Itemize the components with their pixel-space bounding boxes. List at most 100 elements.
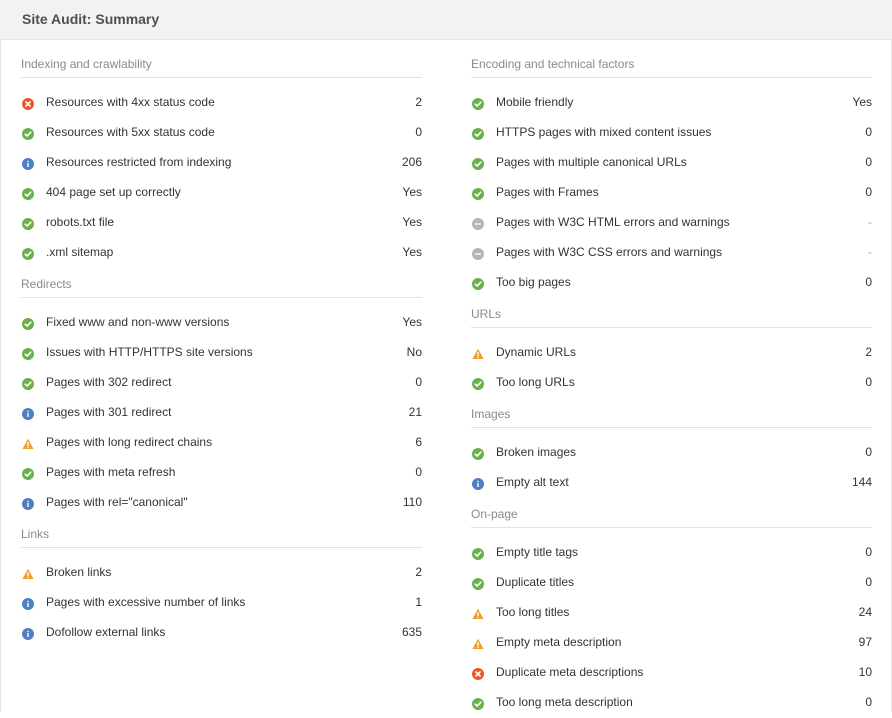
- section-title: Links: [21, 518, 422, 548]
- audit-row-pages-with-frames[interactable]: Pages with Frames 0: [471, 178, 872, 208]
- audit-row-label[interactable]: Pages with multiple canonical URLs: [496, 155, 687, 169]
- audit-row-pages-with-long-redirect-chains[interactable]: Pages with long redirect chains 6: [21, 428, 422, 458]
- audit-row-duplicate-meta-descriptions[interactable]: Duplicate meta descriptions 10: [471, 658, 872, 688]
- audit-row-label[interactable]: Pages with long redirect chains: [46, 435, 212, 449]
- audit-row-https-pages-with-mixed-content-issues[interactable]: HTTPS pages with mixed content issues 0: [471, 118, 872, 148]
- audit-row-404-page-set-up-correctly[interactable]: 404 page set up correctly Yes: [21, 178, 422, 208]
- audit-row-label[interactable]: Duplicate meta descriptions: [496, 665, 643, 679]
- audit-row-value: 6: [415, 435, 422, 449]
- audit-row-label[interactable]: Empty title tags: [496, 545, 578, 559]
- audit-row-pages-with-meta-refresh[interactable]: Pages with meta refresh 0: [21, 458, 422, 488]
- audit-row-label[interactable]: Empty alt text: [496, 475, 569, 489]
- right-column: Encoding and technical factors Mobile fri…: [471, 40, 872, 718]
- audit-row-label[interactable]: Pages with 302 redirect: [46, 375, 171, 389]
- audit-row-label[interactable]: Pages with excessive number of links: [46, 595, 245, 609]
- audit-row-label[interactable]: Mobile friendly: [496, 95, 573, 109]
- audit-row-pages-with-w3c-css-errors-and-warnings[interactable]: Pages with W3C CSS errors and warnings -: [471, 238, 872, 268]
- audit-row-resources-restricted-from-indexing[interactable]: Resources restricted from indexing 206: [21, 148, 422, 178]
- audit-row-value: 0: [865, 375, 872, 389]
- audit-row-value: 24: [858, 605, 872, 619]
- audit-row-broken-links[interactable]: Broken links 2: [21, 558, 422, 588]
- audit-row-label[interactable]: Resources restricted from indexing: [46, 155, 231, 169]
- audit-row-label[interactable]: Duplicate titles: [496, 575, 574, 589]
- audit-row-too-long-urls[interactable]: Too long URLs 0: [471, 368, 872, 398]
- section-items: Fixed www and non-www versions Yes Issues …: [21, 298, 422, 518]
- audit-row-label[interactable]: robots.txt file: [46, 215, 114, 229]
- audit-row-label[interactable]: Pages with 301 redirect: [46, 405, 171, 419]
- audit-row-pages-with-rel-canonical[interactable]: Pages with rel="canonical" 110: [21, 488, 422, 518]
- audit-row-value: Yes: [402, 185, 422, 199]
- audit-row-pages-with-excessive-number-of-links[interactable]: Pages with excessive number of links 1: [21, 588, 422, 618]
- info-icon: [472, 477, 484, 490]
- audit-row-resources-with-4xx-status-code[interactable]: Resources with 4xx status code 2: [21, 88, 422, 118]
- check-icon: [472, 127, 484, 140]
- check-icon: [22, 127, 34, 140]
- audit-row-value: 0: [865, 185, 872, 199]
- audit-row-label[interactable]: Fixed www and non-www versions: [46, 315, 229, 329]
- audit-row-label[interactable]: Pages with rel="canonical": [46, 495, 188, 509]
- audit-row-label[interactable]: 404 page set up correctly: [46, 185, 181, 199]
- audit-row-robots-txt-file[interactable]: robots.txt file Yes: [21, 208, 422, 238]
- audit-row-issues-with-http-https-site-versions[interactable]: Issues with HTTP/HTTPS site versions No: [21, 338, 422, 368]
- section-encoding-and-technical-factors: Encoding and technical factors Mobile fri…: [471, 40, 872, 298]
- audit-row-value: Yes: [402, 215, 422, 229]
- audit-row-mobile-friendly[interactable]: Mobile friendly Yes: [471, 88, 872, 118]
- audit-row-pages-with-w3c-html-errors-and-warnings[interactable]: Pages with W3C HTML errors and warnings -: [471, 208, 872, 238]
- audit-row-too-long-titles[interactable]: Too long titles 24: [471, 598, 872, 628]
- audit-row-value: 144: [851, 475, 872, 489]
- page-header: Site Audit: Summary: [0, 0, 892, 40]
- check-icon: [472, 377, 484, 390]
- audit-row-label[interactable]: .xml sitemap: [46, 245, 113, 259]
- audit-row-value: 0: [865, 545, 872, 559]
- audit-row-value: 0: [865, 125, 872, 139]
- audit-row-empty-title-tags[interactable]: Empty title tags 0: [471, 538, 872, 568]
- warning-icon: [472, 637, 484, 649]
- audit-row-duplicate-titles[interactable]: Duplicate titles 0: [471, 568, 872, 598]
- audit-row-dofollow-external-links[interactable]: Dofollow external links 635: [21, 618, 422, 648]
- section-title: Images: [471, 398, 872, 428]
- check-icon: [472, 547, 484, 560]
- audit-row-label[interactable]: Pages with meta refresh: [46, 465, 175, 479]
- page-title: Site Audit: Summary: [22, 11, 160, 27]
- info-icon: [22, 497, 34, 510]
- audit-row-value: 110: [402, 495, 422, 509]
- audit-row-label[interactable]: Dynamic URLs: [496, 345, 576, 359]
- audit-row-label[interactable]: Pages with Frames: [496, 185, 599, 199]
- audit-row-label[interactable]: Too long meta description: [496, 695, 633, 709]
- audit-row-pages-with-301-redirect[interactable]: Pages with 301 redirect 21: [21, 398, 422, 428]
- audit-row-empty-meta-description[interactable]: Empty meta description 97: [471, 628, 872, 658]
- audit-row-label[interactable]: Pages with W3C HTML errors and warnings: [496, 215, 730, 229]
- audit-row-label[interactable]: Broken links: [46, 565, 111, 579]
- check-icon: [22, 247, 34, 260]
- audit-row-label[interactable]: Empty meta description: [496, 635, 621, 649]
- audit-row-label[interactable]: Broken images: [496, 445, 576, 459]
- audit-row-dynamic-urls[interactable]: Dynamic URLs 2: [471, 338, 872, 368]
- audit-row-empty-alt-text[interactable]: Empty alt text 144: [471, 468, 872, 498]
- audit-row-pages-with-multiple-canonical-urls[interactable]: Pages with multiple canonical URLs 0: [471, 148, 872, 178]
- audit-row-xml-sitemap[interactable]: .xml sitemap Yes: [21, 238, 422, 268]
- audit-row-too-big-pages[interactable]: Too big pages 0: [471, 268, 872, 298]
- audit-row-label[interactable]: Resources with 5xx status code: [46, 125, 215, 139]
- audit-row-value: 206: [401, 155, 422, 169]
- audit-row-value: 0: [865, 445, 872, 459]
- warning-icon: [22, 437, 34, 449]
- audit-row-resources-with-5xx-status-code[interactable]: Resources with 5xx status code 0: [21, 118, 422, 148]
- audit-row-label[interactable]: Pages with W3C CSS errors and warnings: [496, 245, 722, 259]
- info-icon: [22, 157, 34, 170]
- audit-row-too-long-meta-description[interactable]: Too long meta description 0: [471, 688, 872, 718]
- section-title: Encoding and technical factors: [471, 40, 872, 78]
- audit-row-broken-images[interactable]: Broken images 0: [471, 438, 872, 468]
- audit-row-fixed-www-and-non-www-versions[interactable]: Fixed www and non-www versions Yes: [21, 308, 422, 338]
- audit-row-label[interactable]: Too long URLs: [496, 375, 575, 389]
- info-icon: [22, 407, 34, 420]
- audit-row-label[interactable]: Too long titles: [496, 605, 569, 619]
- audit-row-label[interactable]: Dofollow external links: [46, 625, 165, 639]
- audit-row-label[interactable]: Too big pages: [496, 275, 571, 289]
- check-icon: [22, 187, 34, 200]
- audit-row-label[interactable]: HTTPS pages with mixed content issues: [496, 125, 711, 139]
- check-icon: [22, 467, 34, 480]
- audit-row-label[interactable]: Issues with HTTP/HTTPS site versions: [46, 345, 253, 359]
- audit-row-pages-with-302-redirect[interactable]: Pages with 302 redirect 0: [21, 368, 422, 398]
- check-icon: [22, 347, 34, 360]
- audit-row-label[interactable]: Resources with 4xx status code: [46, 95, 215, 109]
